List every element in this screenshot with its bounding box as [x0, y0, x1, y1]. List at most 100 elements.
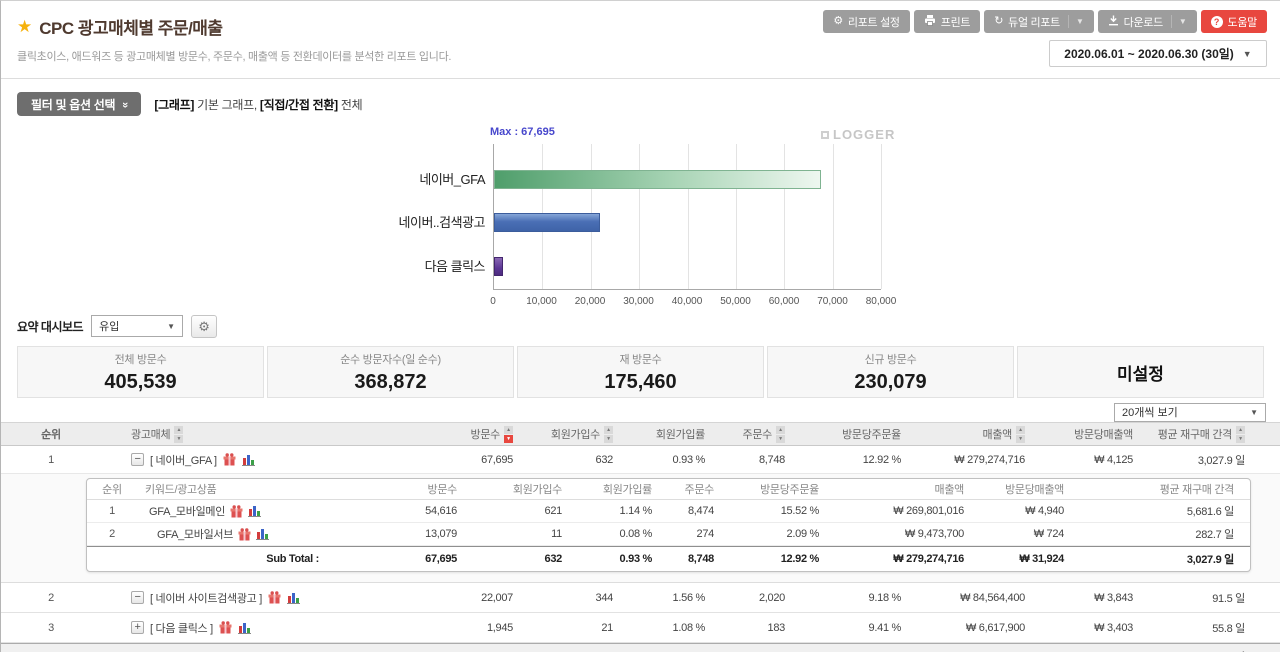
subtable-row-gfa-mobile-sub: 2 GFA_모바일서브 13,079 11 0.08 % 274 2.09 % … — [87, 523, 1250, 546]
report-page: ★ CPC 광고매체별 주문/매출 클릭초이스, 애드워즈 등 광고매체별 방문… — [0, 0, 1280, 652]
bar-naver-gfa[interactable] — [494, 170, 822, 189]
card-unset: 미설정 — [1017, 346, 1264, 398]
chart-category-daum-clix[interactable]: 다음 클릭스 — [261, 257, 486, 276]
summary-cards: 전체 방문수 405,539 순수 방문자수(일 순수) 368,872 재 방… — [1, 340, 1280, 398]
sort-visits-icon[interactable]: ▲ ▼ — [504, 425, 513, 443]
expand-icon[interactable]: + — [131, 621, 144, 634]
bar-chart-icon[interactable] — [256, 528, 270, 540]
double-chevron-down-icon: » — [119, 101, 132, 107]
gift-icon[interactable] — [223, 453, 236, 466]
chevron-down-icon: ▼ — [1068, 15, 1084, 28]
chevron-down-icon: ▼ — [167, 321, 176, 331]
subcol-revenue-per-visit: 방문당매출액 — [1005, 484, 1064, 496]
download-button[interactable]: 다운로드 ▼ — [1097, 10, 1197, 33]
subtable-header-row: 순위 키워드/광고상품 방문수 회원가입수 회원가입률 주문수 방문당주문율 매… — [87, 479, 1250, 500]
chart-category-naver-gfa[interactable]: 네이버_GFA — [261, 170, 485, 189]
bar-daum-clix[interactable] — [494, 257, 504, 276]
gift-icon[interactable] — [268, 591, 281, 604]
header-toolbar: ⚙ 리포트 설정 프린트 ↻ 듀얼 리포트 ▼ 다운로드 ▼ ? 도움말 — [823, 10, 1267, 33]
report-settings-button[interactable]: ⚙ 리포트 설정 — [823, 10, 910, 33]
col-media: 광고매체 — [131, 429, 171, 441]
gift-icon[interactable] — [219, 621, 232, 634]
subtable-row-gfa-mobile-main: 1 GFA_모바일메인 54,616 621 1.14 % 8,474 15.5… — [87, 500, 1250, 523]
filter-options-button[interactable]: 필터 및 옵션 선택 » — [17, 92, 142, 116]
col-rank: 순위 — [41, 429, 61, 441]
col-visits: 방문수 — [470, 429, 501, 441]
question-icon: ? — [1210, 15, 1223, 28]
media-data-table: 순위 광고매체 ▲ ▼ 방문수 ▲ ▼ 회원가입수 ▲ ▼ 회원가입률 주문수 ▲ ▼ 방문당주… — [1, 422, 1280, 652]
chart-xaxis: 0 10,000 20,000 30,000 40,000 50,000 60,000 70,… — [490, 296, 897, 307]
bar-chart-icon[interactable] — [237, 622, 252, 634]
media-name-link[interactable]: [ 다음 클릭스 ] — [150, 620, 213, 636]
keyword-name-link[interactable]: GFA_모바일서브 — [157, 526, 233, 542]
col-repurchase-interval: 평균 재구매 간격 — [1157, 429, 1233, 441]
chevron-down-icon: ▼ — [1242, 48, 1252, 59]
summary-dashboard-header: 요약 대시보드 유입 ▼ ⚙ — [1, 312, 1280, 340]
dual-report-button[interactable]: ↻ 듀얼 리포트 ▼ — [984, 10, 1094, 33]
bar-chart-icon[interactable] — [286, 592, 301, 604]
print-button[interactable]: 프린트 — [913, 10, 981, 33]
gear-icon: ⚙ — [833, 15, 843, 27]
sort-media-icon[interactable]: ▲ ▼ — [174, 425, 184, 443]
keyword-subtable: 순위 키워드/광고상품 방문수 회원가입수 회원가입률 주문수 방문당주문율 매… — [86, 478, 1251, 572]
card-unique-visitors: 순수 방문자수(일 순수) 368,872 — [267, 346, 514, 398]
media-name-link[interactable]: [ 네이버_GFA ] — [150, 452, 217, 468]
subtable-subtotal-row: Sub Total : 67,695 632 0.93 % 8,748 12.9… — [87, 546, 1250, 571]
collapse-icon[interactable]: − — [131, 591, 144, 604]
gear-icon: ⚙ — [198, 318, 210, 334]
chart-max-label: Max : 67,695 — [490, 126, 555, 138]
chevron-down-icon: ▼ — [1170, 15, 1187, 28]
bar-chart-icon[interactable] — [248, 505, 262, 517]
subcol-revenue: 매출액 — [934, 484, 965, 496]
subtotal-label: Sub Total : — [266, 553, 319, 565]
sort-orders-icon[interactable]: ▲ ▼ — [776, 425, 785, 443]
gift-icon[interactable] — [230, 504, 243, 518]
bar-chart-icon[interactable] — [241, 454, 256, 466]
subcol-visits: 방문수 — [427, 484, 458, 496]
gift-icon[interactable] — [238, 527, 251, 541]
page-size-select[interactable]: 20개씩 보기 ▼ — [1114, 402, 1266, 422]
page-title: CPC 광고매체별 주문/매출 — [39, 19, 223, 38]
subcol-orders: 주문수 — [684, 484, 715, 496]
logger-logo: LOGGER — [821, 127, 895, 142]
refresh-icon: ↻ — [994, 15, 1004, 27]
card-total-visits: 전체 방문수 405,539 — [17, 346, 264, 398]
col-revenue: 매출액 — [982, 429, 1013, 441]
dashboard-settings-button[interactable]: ⚙ — [191, 314, 218, 338]
table-total-row: Total : 91,647 997 1.09 % 10,951 11.95 %… — [1, 643, 1280, 652]
subcol-signups: 회원가입수 — [512, 484, 562, 496]
date-range-value: 2020.06.01 ~ 2020.06.30 (30일) — [1064, 47, 1234, 61]
collapse-icon[interactable]: − — [131, 453, 144, 466]
date-range-picker[interactable]: 2020.06.01 ~ 2020.06.30 (30일) ▼ — [1049, 40, 1267, 67]
col-signup-rate: 회원가입률 — [655, 429, 705, 441]
table-row-naver-search: 2 − [ 네이버 사이트검색광고 ] 22,007 344 1.56 % 2,… — [1, 583, 1280, 613]
col-revenue-per-visit: 방문당매출액 — [1074, 429, 1133, 441]
dashboard-metric-select[interactable]: 유입 ▼ — [91, 315, 184, 337]
filter-row: 필터 및 옵션 선택 » [그래프] 기본 그래프, [직접/간접 전환] 전체 — [1, 88, 1280, 120]
summary-dashboard-label: 요약 대시보드 — [17, 319, 84, 334]
subtable-zone: 순위 키워드/광고상품 방문수 회원가입수 회원가입률 주문수 방문당주문율 매… — [1, 474, 1280, 583]
favorite-star-icon[interactable]: ★ — [17, 17, 32, 37]
chart-section: Max : 67,695 LOGGER 네이버_GFA 네이버..검색광고 다음… — [1, 120, 1280, 312]
subcol-keyword: 키워드/광고상품 — [145, 484, 217, 496]
subcol-repurchase-interval: 평균 재구매 간격 — [1159, 484, 1235, 496]
download-icon — [1108, 15, 1119, 29]
sort-repurchase-icon[interactable]: ▲ ▼ — [1236, 425, 1245, 443]
page-size-row: 20개씩 보기 ▼ — [1, 398, 1280, 422]
table-row-naver-gfa: 1 − [ 네이버_GFA ] 67,695 632 0.93 % 8,748 … — [1, 446, 1280, 474]
keyword-name-link[interactable]: GFA_모바일메인 — [149, 503, 225, 519]
printer-icon — [924, 14, 936, 29]
logger-logo-icon — [821, 130, 829, 139]
table-header-row: 순위 광고매체 ▲ ▼ 방문수 ▲ ▼ 회원가입수 ▲ ▼ 회원가입률 주문수 ▲ ▼ 방문당주… — [1, 422, 1280, 446]
chart-plot — [493, 144, 882, 290]
bar-naver-search[interactable] — [494, 213, 601, 232]
card-return-visits: 재 방문수 175,460 — [517, 346, 764, 398]
table-row-daum-clix: 3 + [ 다음 클릭스 ] 1,945 21 1.08 % 183 9.41 … — [1, 613, 1280, 643]
media-name-link[interactable]: [ 네이버 사이트검색광고 ] — [150, 590, 262, 606]
sort-signups-icon[interactable]: ▲ ▼ — [604, 425, 613, 443]
chart-category-naver-search[interactable]: 네이버..검색광고 — [261, 213, 486, 232]
filter-summary-text: [그래프] 기본 그래프, [직접/간접 전환] 전체 — [154, 97, 363, 112]
help-button[interactable]: ? 도움말 — [1200, 10, 1267, 33]
sort-revenue-icon[interactable]: ▲ ▼ — [1016, 425, 1025, 443]
chevron-down-icon: ▼ — [1250, 407, 1258, 417]
